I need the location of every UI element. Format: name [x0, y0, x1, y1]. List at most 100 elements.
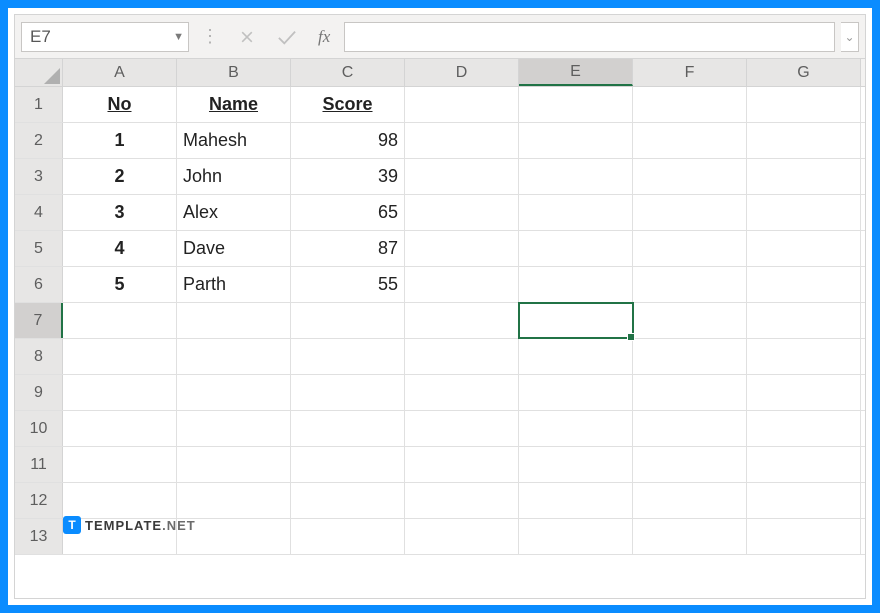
cancel-icon[interactable] — [230, 22, 264, 52]
expand-icon[interactable]: ⌄ — [841, 22, 859, 52]
name-box[interactable]: E7 ▼ — [21, 22, 189, 52]
cell-D10[interactable] — [405, 411, 519, 446]
row-head[interactable]: 6 — [15, 267, 63, 302]
cell-B8[interactable] — [177, 339, 291, 374]
cell-B9[interactable] — [177, 375, 291, 410]
cell-C1[interactable]: Score — [291, 87, 405, 122]
fx-label[interactable]: fx — [310, 27, 338, 47]
cell-D8[interactable] — [405, 339, 519, 374]
cell-D12[interactable] — [405, 483, 519, 518]
cell-F4[interactable] — [633, 195, 747, 230]
cell-G8[interactable] — [747, 339, 861, 374]
row-head[interactable]: 10 — [15, 411, 63, 446]
cell-E13[interactable] — [519, 519, 633, 554]
cell-G6[interactable] — [747, 267, 861, 302]
cell-C2[interactable]: 98 — [291, 123, 405, 158]
cell-D9[interactable] — [405, 375, 519, 410]
cell-G5[interactable] — [747, 231, 861, 266]
cell-F6[interactable] — [633, 267, 747, 302]
cell-C8[interactable] — [291, 339, 405, 374]
cell-E5[interactable] — [519, 231, 633, 266]
cell-F7[interactable] — [633, 303, 747, 338]
cell-A9[interactable] — [63, 375, 177, 410]
cell-G2[interactable] — [747, 123, 861, 158]
cell-E1[interactable] — [519, 87, 633, 122]
cell-A4[interactable]: 3 — [63, 195, 177, 230]
cell-C12[interactable] — [291, 483, 405, 518]
cell-B11[interactable] — [177, 447, 291, 482]
row-head[interactable]: 13 — [15, 519, 63, 554]
col-head-F[interactable]: F — [633, 59, 747, 86]
cell-D7[interactable] — [405, 303, 519, 338]
cell-D3[interactable] — [405, 159, 519, 194]
cell-D2[interactable] — [405, 123, 519, 158]
cell-B7[interactable] — [177, 303, 291, 338]
cell-F8[interactable] — [633, 339, 747, 374]
cell-F5[interactable] — [633, 231, 747, 266]
cell-E9[interactable] — [519, 375, 633, 410]
cell-A3[interactable]: 2 — [63, 159, 177, 194]
enter-icon[interactable] — [270, 22, 304, 52]
cell-E4[interactable] — [519, 195, 633, 230]
row-head[interactable]: 9 — [15, 375, 63, 410]
cell-F11[interactable] — [633, 447, 747, 482]
dropdown-icon[interactable]: ▼ — [173, 31, 184, 43]
cell-C10[interactable] — [291, 411, 405, 446]
cell-E12[interactable] — [519, 483, 633, 518]
cell-F2[interactable] — [633, 123, 747, 158]
cell-G3[interactable] — [747, 159, 861, 194]
cell-C5[interactable]: 87 — [291, 231, 405, 266]
cell-B5[interactable]: Dave — [177, 231, 291, 266]
col-head-B[interactable]: B — [177, 59, 291, 86]
cell-G4[interactable] — [747, 195, 861, 230]
col-head-D[interactable]: D — [405, 59, 519, 86]
cell-A5[interactable]: 4 — [63, 231, 177, 266]
col-head-A[interactable]: A — [63, 59, 177, 86]
row-head[interactable]: 3 — [15, 159, 63, 194]
col-head-G[interactable]: G — [747, 59, 861, 86]
select-all-corner[interactable] — [15, 59, 63, 86]
cell-C11[interactable] — [291, 447, 405, 482]
cell-G9[interactable] — [747, 375, 861, 410]
cell-F12[interactable] — [633, 483, 747, 518]
cell-G11[interactable] — [747, 447, 861, 482]
cell-D5[interactable] — [405, 231, 519, 266]
row-head[interactable]: 5 — [15, 231, 63, 266]
row-head[interactable]: 1 — [15, 87, 63, 122]
cell-E10[interactable] — [519, 411, 633, 446]
formula-input[interactable] — [344, 22, 835, 52]
cell-E11[interactable] — [519, 447, 633, 482]
cell-G12[interactable] — [747, 483, 861, 518]
cell-C13[interactable] — [291, 519, 405, 554]
cell-E8[interactable] — [519, 339, 633, 374]
cell-G10[interactable] — [747, 411, 861, 446]
cell-B3[interactable]: John — [177, 159, 291, 194]
cell-C3[interactable]: 39 — [291, 159, 405, 194]
cell-E7[interactable] — [519, 303, 633, 338]
cell-A1[interactable]: No — [63, 87, 177, 122]
cell-F3[interactable] — [633, 159, 747, 194]
cell-C4[interactable]: 65 — [291, 195, 405, 230]
cell-A2[interactable]: 1 — [63, 123, 177, 158]
cell-F13[interactable] — [633, 519, 747, 554]
col-head-C[interactable]: C — [291, 59, 405, 86]
cell-A6[interactable]: 5 — [63, 267, 177, 302]
cell-C9[interactable] — [291, 375, 405, 410]
cell-B4[interactable]: Alex — [177, 195, 291, 230]
cell-F10[interactable] — [633, 411, 747, 446]
row-head[interactable]: 12 — [15, 483, 63, 518]
row-head[interactable]: 7 — [15, 303, 63, 338]
cell-A8[interactable] — [63, 339, 177, 374]
cell-G7[interactable] — [747, 303, 861, 338]
cell-C7[interactable] — [291, 303, 405, 338]
cell-C6[interactable]: 55 — [291, 267, 405, 302]
cell-D11[interactable] — [405, 447, 519, 482]
cell-F9[interactable] — [633, 375, 747, 410]
cell-B10[interactable] — [177, 411, 291, 446]
row-head[interactable]: 8 — [15, 339, 63, 374]
cell-A10[interactable] — [63, 411, 177, 446]
cell-E2[interactable] — [519, 123, 633, 158]
cell-B1[interactable]: Name — [177, 87, 291, 122]
cell-G13[interactable] — [747, 519, 861, 554]
col-head-E[interactable]: E — [519, 59, 633, 86]
